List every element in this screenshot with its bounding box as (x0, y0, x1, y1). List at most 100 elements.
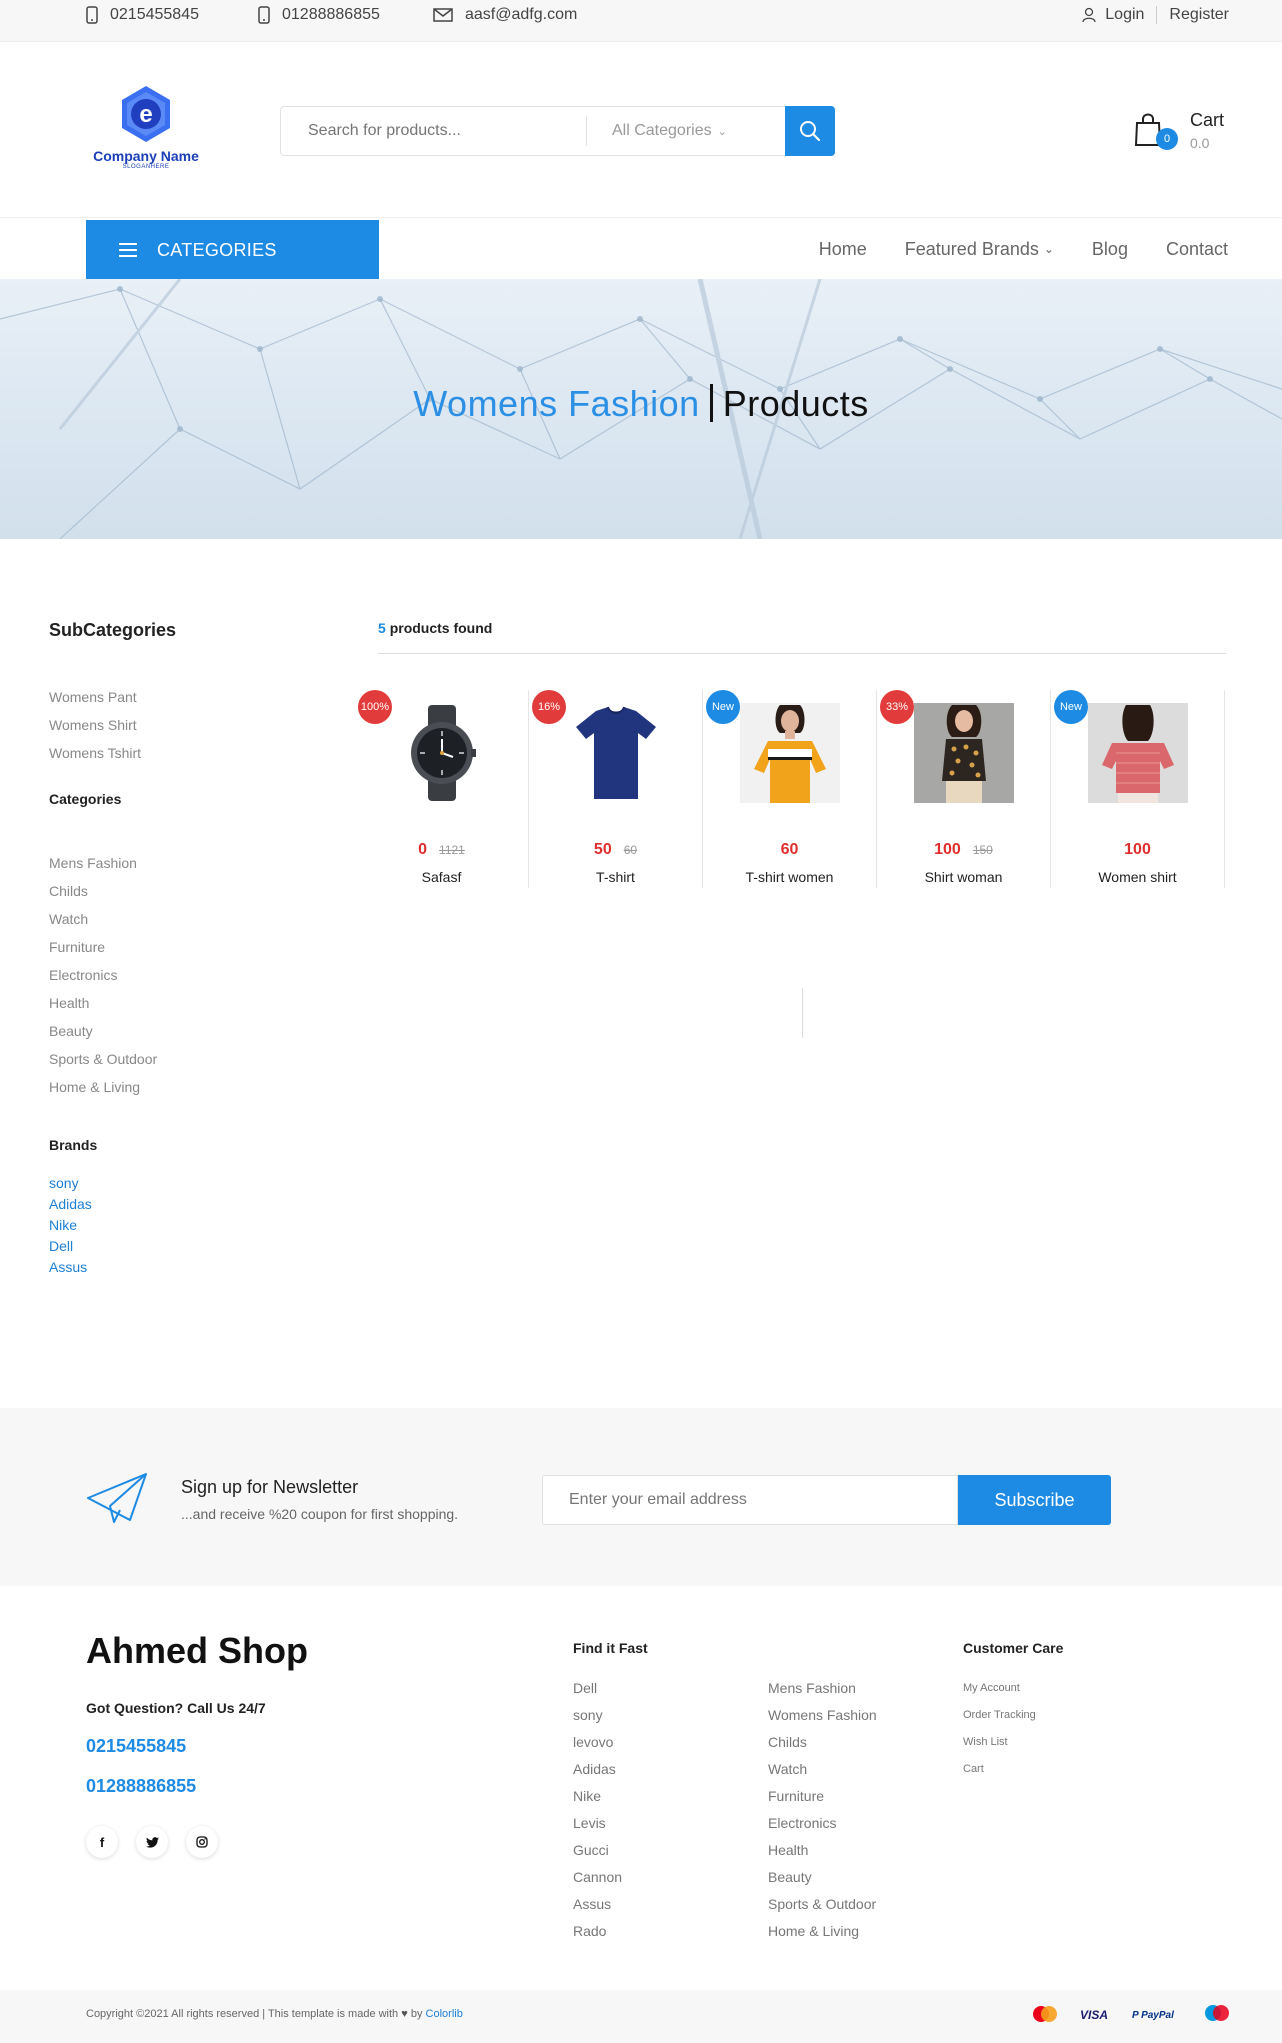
footer-link[interactable]: Electronics (768, 1810, 877, 1837)
product-image-blue-tshirt[interactable] (566, 703, 666, 803)
footer-link[interactable]: Watch (768, 1756, 877, 1783)
facebook-icon[interactable]: f (86, 1826, 118, 1858)
product-image-woman-yellow-top[interactable] (739, 703, 840, 803)
category-item[interactable]: Childs (49, 877, 299, 905)
product-card[interactable]: 100% 0 1121 Safasf (355, 690, 529, 888)
cart-widget[interactable]: 0 Cart 0.0 (1130, 108, 1230, 158)
footer-link[interactable]: Levis (573, 1810, 622, 1837)
newsletter-subtitle: ...and receive %20 coupon for first shop… (181, 1506, 459, 1522)
subcategory-item[interactable]: Womens Tshirt (49, 739, 299, 767)
visa-icon: VISA (1080, 2008, 1110, 2020)
footer-link[interactable]: Order Tracking (963, 1702, 1036, 1729)
topbar-email: aasf@adfg.com (433, 0, 577, 30)
category-item[interactable]: Home & Living (49, 1073, 299, 1101)
product-card[interactable]: New 100 Women shirt (1051, 690, 1225, 888)
footer-link[interactable]: Sports & Outdoor (768, 1891, 877, 1918)
footer-link[interactable]: Dell (573, 1675, 622, 1702)
nav-home[interactable]: Home (819, 239, 867, 260)
brand-item[interactable]: Assus (49, 1257, 299, 1278)
footer-link[interactable]: Womens Fashion (768, 1702, 877, 1729)
product-price-row: 100 (1051, 841, 1224, 859)
subscribe-button[interactable]: Subscribe (958, 1475, 1111, 1525)
chevron-down-icon: ⌄ (1043, 242, 1054, 256)
footer-link[interactable]: Home & Living (768, 1918, 877, 1945)
footer-link[interactable]: Furniture (768, 1783, 877, 1810)
footer-brand: Ahmed Shop (86, 1630, 308, 1671)
brand-item[interactable]: Nike (49, 1215, 299, 1236)
brands-list: sony Adidas Nike Dell Assus (49, 1173, 299, 1278)
product-image-woman-patterned-shirt[interactable] (913, 703, 1014, 803)
category-item[interactable]: Sports & Outdoor (49, 1045, 299, 1073)
footer-link[interactable]: Childs (768, 1729, 877, 1756)
twitter-icon[interactable] (136, 1826, 168, 1858)
banner-title-accent: Womens Fashion (413, 383, 700, 424)
footer-link[interactable]: My Account (963, 1675, 1036, 1702)
instagram-icon[interactable] (186, 1826, 218, 1858)
product-price: 60 (780, 841, 799, 858)
subcategories-title: SubCategories (49, 620, 177, 640)
product-price-row: 0 1121 (355, 841, 528, 859)
mastercard-icon (1032, 2005, 1058, 2023)
category-item[interactable]: Beauty (49, 1017, 299, 1045)
subcategory-item[interactable]: Womens Pant (49, 683, 299, 711)
category-select[interactable]: All Categories ⌄ (587, 107, 787, 155)
footer-link[interactable]: Gucci (573, 1837, 622, 1864)
login-link[interactable]: Login (1105, 6, 1144, 24)
product-name[interactable]: Shirt woman (877, 869, 1050, 885)
svg-text:VISA: VISA (1080, 2008, 1108, 2020)
footer-link[interactable]: Rado (573, 1918, 622, 1945)
footer-link[interactable]: Cannon (573, 1864, 622, 1891)
product-name[interactable]: Women shirt (1051, 869, 1224, 885)
banner-title-divider (709, 384, 713, 422)
product-name[interactable]: T-shirt (529, 869, 702, 885)
copyright-by: by (410, 2008, 423, 2020)
product-image-woman-pink-shirt[interactable] (1087, 703, 1188, 803)
category-item[interactable]: Watch (49, 905, 299, 933)
product-price: 100 (1124, 841, 1151, 858)
logo-name: Company Name (93, 148, 199, 164)
categories-button[interactable]: CATEGORIES (86, 220, 379, 280)
category-item[interactable]: Furniture (49, 933, 299, 961)
product-name[interactable]: T-shirt women (703, 869, 876, 885)
footer-link[interactable]: levovo (573, 1729, 622, 1756)
mobile-phone-icon (258, 6, 270, 24)
product-image-watch[interactable] (392, 703, 492, 803)
heart-icon: ♥ (401, 2008, 408, 2020)
product-name[interactable]: Safasf (355, 869, 528, 885)
subcategories-list: Womens Pant Womens Shirt Womens Tshirt (49, 683, 299, 767)
newsletter-email-input[interactable] (542, 1475, 958, 1525)
subcategory-item[interactable]: Womens Shirt (49, 711, 299, 739)
footer-link[interactable]: Wish List (963, 1729, 1036, 1756)
nav-featured-brands[interactable]: Featured Brands ⌄ (905, 239, 1054, 260)
footer-link[interactable]: Assus (573, 1891, 622, 1918)
search-input[interactable] (281, 107, 586, 155)
product-card[interactable]: 16% 50 60 T-shirt (529, 690, 703, 888)
footer-link[interactable]: Health (768, 1837, 877, 1864)
footer-link[interactable]: Nike (573, 1783, 622, 1810)
footer-link[interactable]: Adidas (573, 1756, 622, 1783)
topbar-phone2: 01288886855 (258, 0, 380, 30)
footer-link[interactable]: Cart (963, 1756, 1036, 1783)
brand-item[interactable]: sony (49, 1173, 299, 1194)
colorlib-link[interactable]: Colorlib (426, 2008, 463, 2020)
product-card[interactable]: New 60 T-shirt women (703, 690, 877, 888)
register-link[interactable]: Register (1169, 6, 1229, 24)
search-button[interactable] (785, 106, 835, 156)
brand-item[interactable]: Adidas (49, 1194, 299, 1215)
footer-link[interactable]: Mens Fashion (768, 1675, 877, 1702)
nav-blog[interactable]: Blog (1092, 239, 1128, 260)
footer-link[interactable]: sony (573, 1702, 622, 1729)
brand-item[interactable]: Dell (49, 1236, 299, 1257)
product-old-price: 150 (972, 843, 993, 857)
footer-phone1[interactable]: 0215455845 (86, 1736, 186, 1757)
category-item[interactable]: Electronics (49, 961, 299, 989)
payment-methods: VISA P PayPal (1010, 2004, 1230, 2024)
mobile-phone-icon (86, 6, 98, 24)
company-logo[interactable]: e Company Name SLOGANHERE (86, 84, 206, 170)
category-item[interactable]: Health (49, 989, 299, 1017)
nav-contact[interactable]: Contact (1166, 239, 1228, 260)
footer-phone2[interactable]: 01288886855 (86, 1776, 196, 1797)
category-item[interactable]: Mens Fashion (49, 849, 299, 877)
product-card[interactable]: 33% 100 150 Shirt woman (877, 690, 1051, 888)
footer-link[interactable]: Beauty (768, 1864, 877, 1891)
